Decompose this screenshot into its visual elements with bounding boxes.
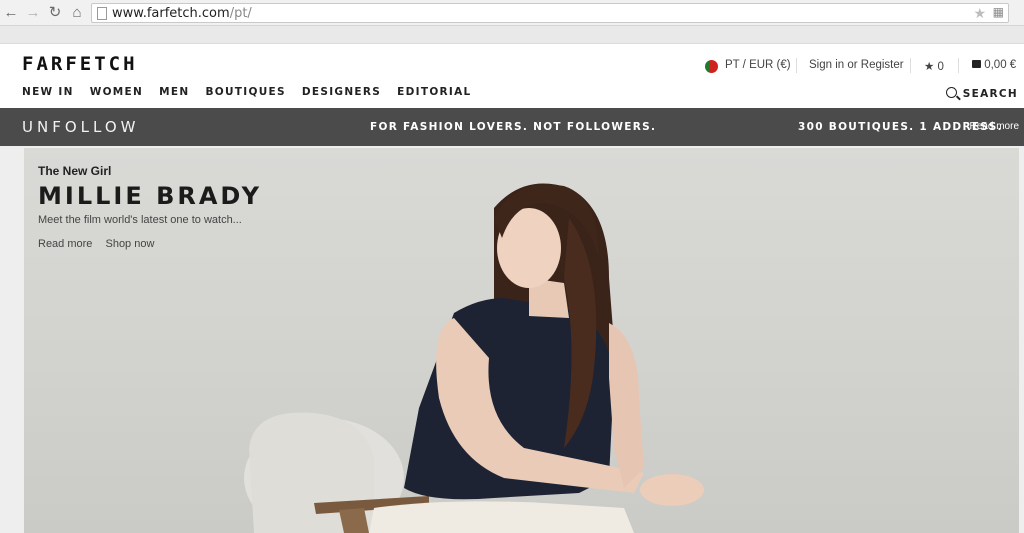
- nav-editorial[interactable]: EDITORIAL: [397, 86, 471, 98]
- page-icon: [97, 7, 107, 20]
- hero-section: The New Girl MILLIE BRADY Meet the film …: [0, 146, 1024, 533]
- hero-eyebrow: The New Girl: [38, 164, 112, 178]
- address-bar[interactable]: www.farfetch.com/pt/ ★ ▦: [91, 3, 1009, 23]
- wishlist-link[interactable]: ★ 0: [924, 59, 944, 73]
- url-text: www.farfetch.com/pt/: [112, 6, 252, 21]
- divider: [958, 58, 959, 73]
- bag-icon: [972, 60, 981, 68]
- nav-new-in[interactable]: NEW IN: [22, 86, 74, 98]
- site-header: FARFETCH NEW IN WOMEN MEN BOUTIQUES DESI…: [0, 45, 1024, 108]
- sign-in-link[interactable]: Sign in or Register: [809, 59, 904, 71]
- portugal-flag-icon: [705, 60, 718, 73]
- translate-icon[interactable]: ▦: [993, 5, 1004, 19]
- bag-link[interactable]: 0,00 €: [972, 59, 1016, 71]
- divider: [910, 58, 911, 73]
- reload-icon[interactable]: ↻: [46, 4, 64, 22]
- hero-banner[interactable]: The New Girl MILLIE BRADY Meet the film …: [24, 148, 1019, 533]
- promo-banner: UNFOLLOW FOR FASHION LOVERS. NOT FOLLOWE…: [0, 108, 1024, 146]
- hero-links: Read more Shop now: [38, 238, 164, 250]
- bag-total: 0,00 €: [984, 59, 1017, 71]
- promo-tagline: FOR FASHION LOVERS. NOT FOLLOWERS.: [370, 121, 657, 133]
- nav-designers[interactable]: DESIGNERS: [302, 86, 381, 98]
- forward-icon[interactable]: →: [24, 4, 42, 22]
- promo-read-more-link[interactable]: Read more: [970, 121, 1019, 132]
- back-icon[interactable]: ←: [2, 4, 20, 22]
- main-nav: NEW IN WOMEN MEN BOUTIQUES DESIGNERS EDI…: [22, 86, 488, 98]
- unfollow-logo: UNFOLLOW: [22, 118, 140, 136]
- bookmark-star-icon[interactable]: ★: [973, 5, 986, 22]
- search-label: SEARCH: [962, 88, 1018, 100]
- star-icon: ★: [924, 61, 935, 73]
- hero-subtitle: Meet the film world's latest one to watc…: [38, 214, 242, 226]
- bookmarks-bar: [0, 26, 1024, 44]
- browser-toolbar: ← → ↻ ⌂ www.farfetch.com/pt/ ★ ▦: [0, 0, 1024, 26]
- hero-shop-now-link[interactable]: Shop now: [105, 238, 154, 250]
- farfetch-logo[interactable]: FARFETCH: [22, 53, 138, 75]
- wishlist-count: 0: [937, 61, 944, 73]
- nav-men[interactable]: MEN: [159, 86, 189, 98]
- home-icon[interactable]: ⌂: [68, 4, 86, 22]
- hero-read-more-link[interactable]: Read more: [38, 238, 92, 250]
- nav-boutiques[interactable]: BOUTIQUES: [205, 86, 285, 98]
- search-icon: [945, 87, 957, 98]
- nav-women[interactable]: WOMEN: [90, 86, 143, 98]
- divider: [796, 58, 797, 73]
- search-button[interactable]: SEARCH: [945, 87, 1018, 100]
- locale-selector[interactable]: PT / EUR (€): [725, 59, 791, 71]
- hero-title: MILLIE BRADY: [38, 182, 262, 210]
